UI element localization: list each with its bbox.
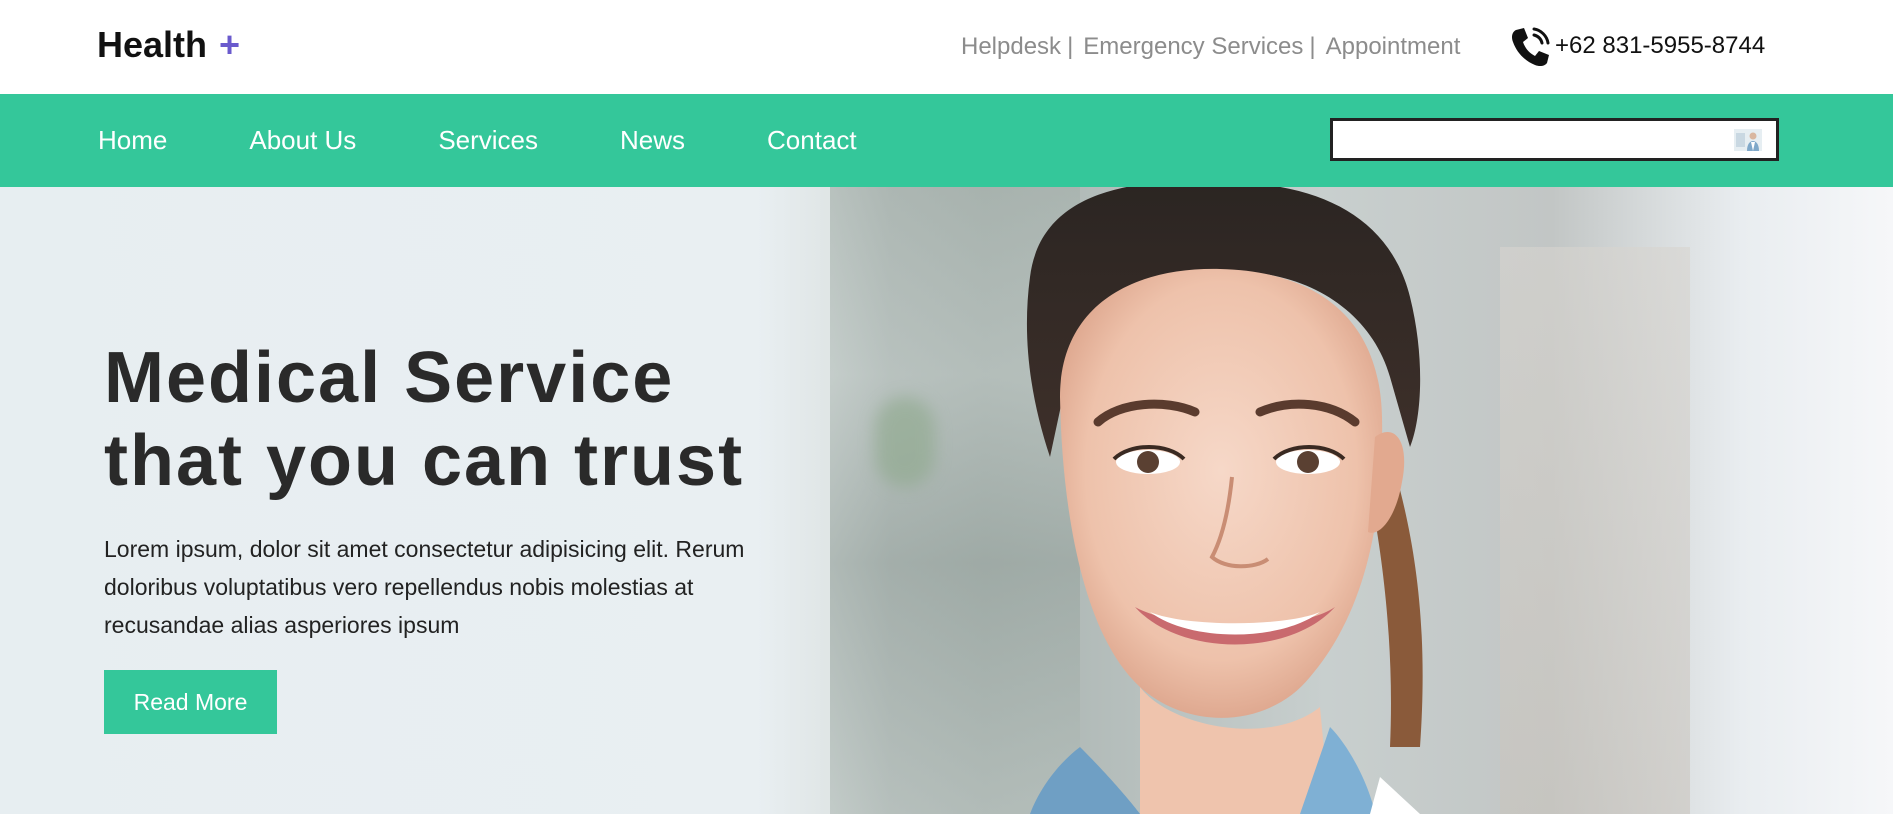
top-header: Health + Helpdesk | Emergency Services |… [0,0,1893,94]
top-links: Helpdesk | Emergency Services | Appointm… [961,33,1460,61]
nav-item-about-us[interactable]: About Us [249,125,356,156]
separator: | [1309,33,1316,60]
phone-number: +62 831-5955-8744 [1555,32,1766,59]
nav-menu: Home About Us Services News Contact [98,94,939,187]
separator: | [1067,33,1074,60]
helpdesk-link[interactable]: Helpdesk [961,33,1061,61]
hero-title: Medical Service that you can trust [104,337,804,503]
appointment-link[interactable]: Appointment [1326,33,1461,61]
hero-title-line-2: that you can trust [104,421,745,501]
background-plant [875,397,935,487]
hero-section: Medical Service that you can trust Lorem… [0,187,1893,814]
nav-item-news[interactable]: News [620,125,685,156]
search-box [1330,118,1779,161]
hero-title-line-1: Medical Service [104,338,675,418]
logo-plus-icon: + [219,24,241,65]
phone-icon [1507,22,1555,70]
nav-item-services[interactable]: Services [438,125,538,156]
main-navbar: Home About Us Services News Contact [0,94,1893,187]
search-image-icon[interactable] [1734,129,1762,151]
read-more-button[interactable]: Read More [104,670,277,734]
emergency-services-link[interactable]: Emergency Services [1083,33,1303,61]
smiling-doctor-photo [1026,187,1423,814]
nav-item-contact[interactable]: Contact [767,125,857,156]
search-input[interactable] [1337,125,1717,154]
nav-item-home[interactable]: Home [98,125,167,156]
hero-description: Lorem ipsum, dolor sit amet consectetur … [104,536,745,638]
logo-text: Health [97,24,208,65]
logo[interactable]: Health + [97,24,240,66]
phone-contact[interactable]: +62 831-5955-8744 [1507,22,1765,70]
